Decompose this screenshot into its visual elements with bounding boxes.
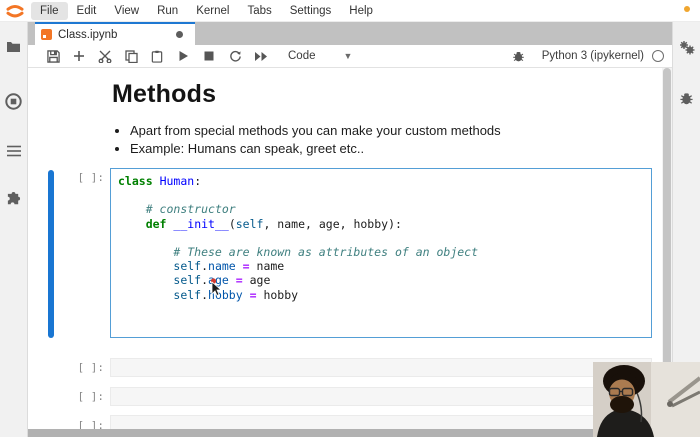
notebook-file-icon (41, 29, 52, 40)
code-line (118, 231, 644, 245)
menu-item-help[interactable]: Help (340, 2, 382, 20)
code-line: # These are known as attributes of an ob… (118, 245, 644, 259)
interrupt-kernel-button[interactable] (196, 46, 222, 66)
mouse-cursor (208, 277, 224, 297)
extension-manager-icon[interactable] (0, 185, 28, 213)
window-bottom-edge (28, 429, 672, 437)
kernel-status-icon[interactable] (652, 50, 664, 62)
status-dot-icon (684, 6, 690, 12)
property-inspector-icon[interactable] (673, 34, 700, 62)
notebook-toolbar: Code ▼ Python 3 (ipykernel) (28, 45, 672, 68)
cell-type-dropdown[interactable]: Code ▼ (288, 50, 352, 62)
code-line: # constructor (118, 202, 644, 216)
presenter-image (593, 362, 700, 437)
code-editor[interactable]: class Human: # constructor def __init__(… (110, 168, 652, 338)
toolbar-right: Python 3 (ipykernel) (506, 46, 672, 66)
empty-cell-input[interactable] (110, 358, 652, 377)
webcam-overlay (593, 362, 700, 437)
menu-item-tabs[interactable]: Tabs (238, 2, 280, 20)
menu-bar: FileEditViewRunKernelTabsSettingsHelp (0, 0, 700, 22)
menu-item-view[interactable]: View (105, 2, 148, 20)
restart-kernel-button[interactable] (222, 46, 248, 66)
cut-cells-button[interactable] (92, 46, 118, 66)
menu-item-run[interactable]: Run (148, 2, 187, 20)
unsaved-changes-icon[interactable] (176, 31, 183, 38)
markdown-heading[interactable]: Methods (112, 80, 216, 109)
code-line (118, 188, 644, 202)
save-button[interactable] (40, 46, 66, 66)
bullet-item: Example: Humans can speak, greet etc.. (130, 140, 501, 158)
empty-cell-prompt: [ ]: (56, 361, 104, 374)
menu-item-kernel[interactable]: Kernel (187, 2, 238, 20)
code-cell-prompt: [ ]: (56, 171, 104, 184)
code-line: class Human: (118, 174, 644, 188)
bullet-item: Apart from special methods you can make … (130, 122, 501, 140)
restart-run-all-button[interactable] (248, 46, 274, 66)
dock-tab-bar: Class.ipynb (28, 22, 672, 45)
menu-item-file[interactable]: File (31, 2, 68, 20)
debugger-toggle-icon[interactable] (506, 46, 532, 66)
debugger-icon[interactable] (673, 84, 700, 112)
menu-item-edit[interactable]: Edit (68, 2, 106, 20)
kernel-name[interactable]: Python 3 (ipykernel) (542, 50, 644, 62)
table-of-contents-icon[interactable] (0, 137, 28, 165)
markdown-bullets[interactable]: Apart from special methods you can make … (130, 122, 501, 157)
tab-label: Class.ipynb (58, 29, 176, 41)
cell-type-value: Code (288, 50, 316, 62)
code-line: self.age = age (118, 273, 644, 287)
tab-class-ipynb[interactable]: Class.ipynb (35, 22, 195, 45)
insert-cell-button[interactable] (66, 46, 92, 66)
run-cell-button[interactable] (170, 46, 196, 66)
jupyter-logo-icon (5, 3, 25, 19)
empty-cell-input[interactable] (110, 387, 652, 406)
cell-collapser[interactable] (48, 170, 54, 338)
chevron-down-icon: ▼ (344, 51, 353, 61)
code-line: self.name = name (118, 259, 644, 273)
menu-item-settings[interactable]: Settings (281, 2, 341, 20)
left-sidebar (0, 22, 28, 437)
copy-cells-button[interactable] (118, 46, 144, 66)
jupyterlab-window: FileEditViewRunKernelTabsSettingsHelp (0, 0, 700, 437)
running-kernels-icon[interactable] (0, 87, 28, 115)
file-browser-icon[interactable] (0, 32, 28, 60)
code-line: def __init__(self, name, age, hobby): (118, 217, 644, 231)
paste-cells-button[interactable] (144, 46, 170, 66)
menubar-items: FileEditViewRunKernelTabsSettingsHelp (31, 0, 382, 21)
empty-cell-prompt: [ ]: (56, 390, 104, 403)
code-line: self.hobby = hobby (118, 288, 644, 302)
